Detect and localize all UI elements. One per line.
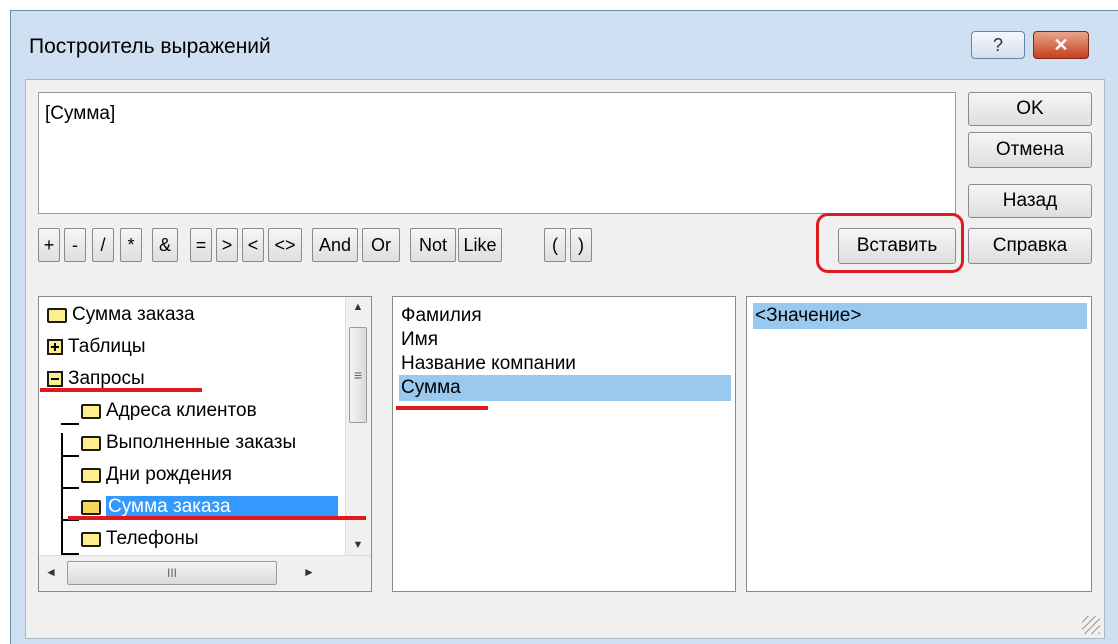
operator-less-button[interactable]: < <box>242 228 264 262</box>
operator-plus-button[interactable]: + <box>38 228 60 262</box>
expand-icon <box>47 339 63 355</box>
operator-divide-button[interactable]: / <box>92 228 114 262</box>
window-title: Построитель выражений <box>29 35 271 58</box>
folder-icon <box>81 467 101 483</box>
scroll-right-icon[interactable]: ► <box>303 565 315 579</box>
expression-input[interactable]: [Сумма] <box>38 92 956 214</box>
tree-item-label: Адреса клиентов <box>106 400 257 421</box>
tree-item-phones[interactable]: Телефоны <box>81 523 198 555</box>
list-item[interactable]: Фамилия <box>399 303 731 329</box>
tree-item-label: Запросы <box>68 368 145 389</box>
dialog-body: [Сумма] OK Отмена Назад Вставить Справка… <box>25 79 1105 639</box>
scroll-left-icon[interactable]: ◄ <box>45 565 57 579</box>
tree-connector <box>61 487 79 489</box>
tree-item-label: Выполненные заказы <box>106 432 297 453</box>
object-tree[interactable]: Сумма заказа Таблицы Запросы Адреса клие… <box>38 296 372 592</box>
tree-connector <box>61 433 63 553</box>
queries-underline <box>40 388 202 392</box>
operator-close-paren-button[interactable]: ) <box>570 228 592 262</box>
expression-builder-dialog: Построитель выражений ? ✕ [Сумма] OK Отм… <box>10 10 1118 644</box>
operator-greater-button[interactable]: > <box>216 228 238 262</box>
list-item[interactable]: Имя <box>399 327 731 353</box>
operator-not-button[interactable]: Not <box>410 228 456 262</box>
query-underline <box>68 516 366 520</box>
open-folder-icon <box>81 499 101 515</box>
scroll-up-icon[interactable]: ▲ <box>346 301 370 313</box>
back-button[interactable]: Назад <box>968 184 1092 218</box>
operator-multiply-button[interactable]: * <box>120 228 142 262</box>
resize-grip-icon[interactable] <box>1082 616 1100 634</box>
tree-item-label: Таблицы <box>68 336 146 357</box>
tree-item-label: Дни рождения <box>106 464 232 485</box>
field-underline <box>396 406 488 410</box>
operator-like-button[interactable]: Like <box>458 228 502 262</box>
operator-or-button[interactable]: Or <box>362 228 400 262</box>
values-list[interactable]: <Значение> <box>746 296 1092 592</box>
folder-icon <box>81 403 101 419</box>
scroll-thumb[interactable]: ≡ <box>349 327 367 423</box>
operator-open-paren-button[interactable]: ( <box>544 228 566 262</box>
cancel-button[interactable]: Отмена <box>968 132 1092 168</box>
title-bar: Построитель выражений ? ✕ <box>11 11 1118 71</box>
fields-list[interactable]: Фамилия Имя Название компании Сумма <box>392 296 736 592</box>
operator-not-equal-button[interactable]: <> <box>268 228 302 262</box>
collapse-icon <box>47 371 63 387</box>
close-icon[interactable]: ✕ <box>1033 31 1089 59</box>
tree-item-tables[interactable]: Таблицы <box>47 331 146 363</box>
list-item-selected[interactable]: Сумма <box>399 375 731 401</box>
scroll-down-icon[interactable]: ▼ <box>346 539 370 551</box>
tree-connector <box>61 455 79 457</box>
tree-item-client-addresses[interactable]: Адреса клиентов <box>81 395 257 427</box>
tree-item-label: Сумма заказа <box>106 496 338 518</box>
tree-item-order-sum[interactable]: Сумма заказа <box>47 299 195 331</box>
tree-connector <box>61 423 79 425</box>
operator-and-button[interactable]: And <box>312 228 358 262</box>
list-item-selected[interactable]: <Значение> <box>753 303 1087 329</box>
list-item[interactable]: Название компании <box>399 351 731 377</box>
operator-minus-button[interactable]: - <box>64 228 86 262</box>
tree-item-label: Телефоны <box>106 528 199 549</box>
ok-button[interactable]: OK <box>968 92 1092 126</box>
hscroll-thumb[interactable]: III <box>67 561 277 585</box>
help-button[interactable]: Справка <box>968 228 1092 264</box>
folder-icon <box>81 531 101 547</box>
operator-concat-button[interactable]: & <box>152 228 178 262</box>
operator-equals-button[interactable]: = <box>190 228 212 262</box>
folder-icon <box>81 435 101 451</box>
insert-highlight <box>816 213 964 273</box>
tree-item-label: Сумма заказа <box>72 304 195 325</box>
folder-icon <box>47 307 67 323</box>
help-icon[interactable]: ? <box>971 31 1025 59</box>
horizontal-scrollbar[interactable]: ◄ III ► <box>39 555 371 591</box>
tree-item-birthdays[interactable]: Дни рождения <box>81 459 232 491</box>
tree-item-completed-orders[interactable]: Выполненные заказы <box>81 427 296 459</box>
